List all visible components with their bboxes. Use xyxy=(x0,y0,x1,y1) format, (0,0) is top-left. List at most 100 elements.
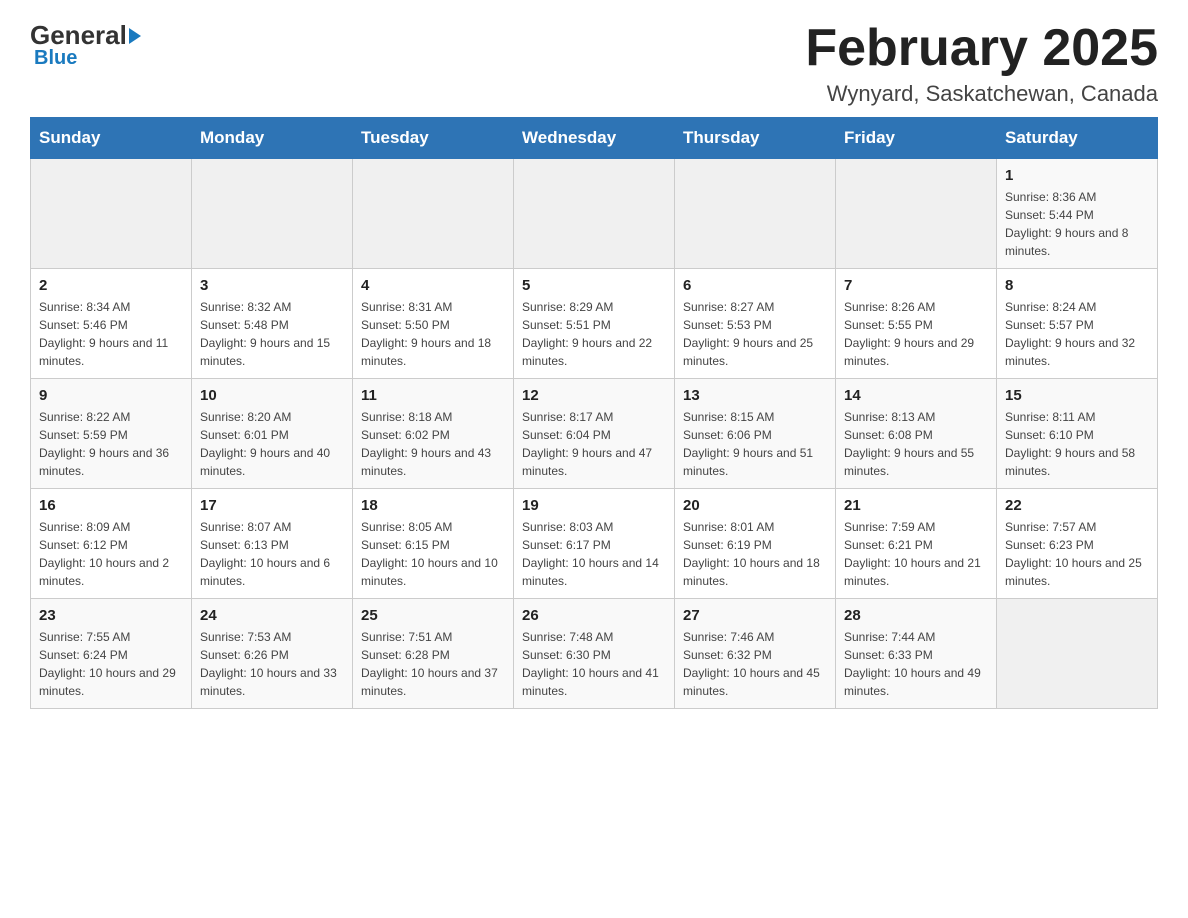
calendar-cell: 4 Sunrise: 8:31 AM Sunset: 5:50 PM Daylig… xyxy=(353,269,514,379)
day-number: 9 xyxy=(39,387,183,404)
calendar-table: SundayMondayTuesdayWednesdayThursdayFrid… xyxy=(30,117,1158,709)
day-info: Sunrise: 7:55 AM Sunset: 6:24 PM Dayligh… xyxy=(39,628,183,700)
day-number: 19 xyxy=(522,497,666,514)
location: Wynyard, Saskatchewan, Canada xyxy=(805,81,1158,107)
calendar-cell: 5 Sunrise: 8:29 AM Sunset: 5:51 PM Daylig… xyxy=(514,269,675,379)
day-info: Sunrise: 8:36 AM Sunset: 5:44 PM Dayligh… xyxy=(1005,188,1149,260)
calendar-cell: 8 Sunrise: 8:24 AM Sunset: 5:57 PM Daylig… xyxy=(997,269,1158,379)
calendar-cell xyxy=(675,159,836,269)
calendar-cell: 15 Sunrise: 8:11 AM Sunset: 6:10 PM Dayli… xyxy=(997,379,1158,489)
calendar-cell xyxy=(31,159,192,269)
day-info: Sunrise: 8:11 AM Sunset: 6:10 PM Dayligh… xyxy=(1005,408,1149,480)
calendar-cell xyxy=(192,159,353,269)
calendar-cell: 6 Sunrise: 8:27 AM Sunset: 5:53 PM Daylig… xyxy=(675,269,836,379)
header-day-monday: Monday xyxy=(192,118,353,159)
header-day-friday: Friday xyxy=(836,118,997,159)
day-info: Sunrise: 8:24 AM Sunset: 5:57 PM Dayligh… xyxy=(1005,298,1149,370)
day-info: Sunrise: 8:05 AM Sunset: 6:15 PM Dayligh… xyxy=(361,518,505,590)
calendar-cell: 28 Sunrise: 7:44 AM Sunset: 6:33 PM Dayli… xyxy=(836,599,997,709)
calendar-cell: 24 Sunrise: 7:53 AM Sunset: 6:26 PM Dayli… xyxy=(192,599,353,709)
day-number: 7 xyxy=(844,277,988,294)
page-header: General Blue February 2025 Wynyard, Sask… xyxy=(30,20,1158,107)
calendar-cell: 12 Sunrise: 8:17 AM Sunset: 6:04 PM Dayli… xyxy=(514,379,675,489)
header-day-thursday: Thursday xyxy=(675,118,836,159)
calendar-cell: 7 Sunrise: 8:26 AM Sunset: 5:55 PM Daylig… xyxy=(836,269,997,379)
day-info: Sunrise: 8:20 AM Sunset: 6:01 PM Dayligh… xyxy=(200,408,344,480)
day-number: 13 xyxy=(683,387,827,404)
day-number: 28 xyxy=(844,607,988,624)
calendar-header: SundayMondayTuesdayWednesdayThursdayFrid… xyxy=(31,118,1158,159)
calendar-body: 1 Sunrise: 8:36 AM Sunset: 5:44 PM Daylig… xyxy=(31,159,1158,709)
day-number: 2 xyxy=(39,277,183,294)
calendar-cell: 20 Sunrise: 8:01 AM Sunset: 6:19 PM Dayli… xyxy=(675,489,836,599)
day-number: 1 xyxy=(1005,167,1149,184)
calendar-cell: 11 Sunrise: 8:18 AM Sunset: 6:02 PM Dayli… xyxy=(353,379,514,489)
logo: General Blue xyxy=(30,20,141,70)
day-info: Sunrise: 8:07 AM Sunset: 6:13 PM Dayligh… xyxy=(200,518,344,590)
day-number: 17 xyxy=(200,497,344,514)
week-row-4: 16 Sunrise: 8:09 AM Sunset: 6:12 PM Dayli… xyxy=(31,489,1158,599)
calendar-cell: 22Sunrise: 7:57 AM Sunset: 6:23 PM Dayli… xyxy=(997,489,1158,599)
day-number: 3 xyxy=(200,277,344,294)
calendar-cell: 3 Sunrise: 8:32 AM Sunset: 5:48 PM Daylig… xyxy=(192,269,353,379)
title-area: February 2025 Wynyard, Saskatchewan, Can… xyxy=(805,20,1158,107)
week-row-3: 9 Sunrise: 8:22 AM Sunset: 5:59 PM Daylig… xyxy=(31,379,1158,489)
day-number: 15 xyxy=(1005,387,1149,404)
day-info: Sunrise: 7:59 AM Sunset: 6:21 PM Dayligh… xyxy=(844,518,988,590)
calendar-cell: 23 Sunrise: 7:55 AM Sunset: 6:24 PM Dayli… xyxy=(31,599,192,709)
logo-arrow xyxy=(129,28,141,44)
day-info: Sunrise: 8:27 AM Sunset: 5:53 PM Dayligh… xyxy=(683,298,827,370)
day-number: 27 xyxy=(683,607,827,624)
day-number: 18 xyxy=(361,497,505,514)
day-info: Sunrise: 8:31 AM Sunset: 5:50 PM Dayligh… xyxy=(361,298,505,370)
day-number: 4 xyxy=(361,277,505,294)
header-day-sunday: Sunday xyxy=(31,118,192,159)
day-number: 21 xyxy=(844,497,988,514)
day-info: Sunrise: 7:53 AM Sunset: 6:26 PM Dayligh… xyxy=(200,628,344,700)
calendar-cell: 16 Sunrise: 8:09 AM Sunset: 6:12 PM Dayli… xyxy=(31,489,192,599)
day-info: Sunrise: 7:48 AM Sunset: 6:30 PM Dayligh… xyxy=(522,628,666,700)
day-number: 25 xyxy=(361,607,505,624)
day-info: Sunrise: 8:03 AM Sunset: 6:17 PM Dayligh… xyxy=(522,518,666,590)
calendar-cell xyxy=(997,599,1158,709)
day-number: 14 xyxy=(844,387,988,404)
day-number: 10 xyxy=(200,387,344,404)
day-info: Sunrise: 8:15 AM Sunset: 6:06 PM Dayligh… xyxy=(683,408,827,480)
day-info: Sunrise: 8:26 AM Sunset: 5:55 PM Dayligh… xyxy=(844,298,988,370)
calendar-cell: 27Sunrise: 7:46 AM Sunset: 6:32 PM Dayli… xyxy=(675,599,836,709)
day-number: 6 xyxy=(683,277,827,294)
day-info: Sunrise: 8:09 AM Sunset: 6:12 PM Dayligh… xyxy=(39,518,183,590)
week-row-2: 2 Sunrise: 8:34 AM Sunset: 5:46 PM Daylig… xyxy=(31,269,1158,379)
day-number: 5 xyxy=(522,277,666,294)
day-info: Sunrise: 7:51 AM Sunset: 6:28 PM Dayligh… xyxy=(361,628,505,700)
day-number: 20 xyxy=(683,497,827,514)
calendar-cell xyxy=(353,159,514,269)
calendar-cell: 21 Sunrise: 7:59 AM Sunset: 6:21 PM Dayli… xyxy=(836,489,997,599)
day-number: 16 xyxy=(39,497,183,514)
day-info: Sunrise: 8:32 AM Sunset: 5:48 PM Dayligh… xyxy=(200,298,344,370)
day-info: Sunrise: 8:18 AM Sunset: 6:02 PM Dayligh… xyxy=(361,408,505,480)
header-day-saturday: Saturday xyxy=(997,118,1158,159)
day-info: Sunrise: 8:22 AM Sunset: 5:59 PM Dayligh… xyxy=(39,408,183,480)
day-info: Sunrise: 8:01 AM Sunset: 6:19 PM Dayligh… xyxy=(683,518,827,590)
calendar-cell: 13 Sunrise: 8:15 AM Sunset: 6:06 PM Dayli… xyxy=(675,379,836,489)
day-number: 11 xyxy=(361,387,505,404)
month-title: February 2025 xyxy=(805,20,1158,77)
day-info: Sunrise: 8:29 AM Sunset: 5:51 PM Dayligh… xyxy=(522,298,666,370)
day-number: 22 xyxy=(1005,497,1149,514)
calendar-cell xyxy=(514,159,675,269)
day-number: 23 xyxy=(39,607,183,624)
day-info: Sunrise: 8:34 AM Sunset: 5:46 PM Dayligh… xyxy=(39,298,183,370)
day-number: 8 xyxy=(1005,277,1149,294)
calendar-cell: 26Sunrise: 7:48 AM Sunset: 6:30 PM Dayli… xyxy=(514,599,675,709)
calendar-cell: 2 Sunrise: 8:34 AM Sunset: 5:46 PM Daylig… xyxy=(31,269,192,379)
day-info: Sunrise: 8:13 AM Sunset: 6:08 PM Dayligh… xyxy=(844,408,988,480)
day-info: Sunrise: 7:44 AM Sunset: 6:33 PM Dayligh… xyxy=(844,628,988,700)
calendar-cell: 1 Sunrise: 8:36 AM Sunset: 5:44 PM Daylig… xyxy=(997,159,1158,269)
day-info: Sunrise: 8:17 AM Sunset: 6:04 PM Dayligh… xyxy=(522,408,666,480)
day-number: 24 xyxy=(200,607,344,624)
calendar-cell: 25 Sunrise: 7:51 AM Sunset: 6:28 PM Dayli… xyxy=(353,599,514,709)
day-number: 12 xyxy=(522,387,666,404)
calendar-cell: 10 Sunrise: 8:20 AM Sunset: 6:01 PM Dayli… xyxy=(192,379,353,489)
calendar-cell xyxy=(836,159,997,269)
